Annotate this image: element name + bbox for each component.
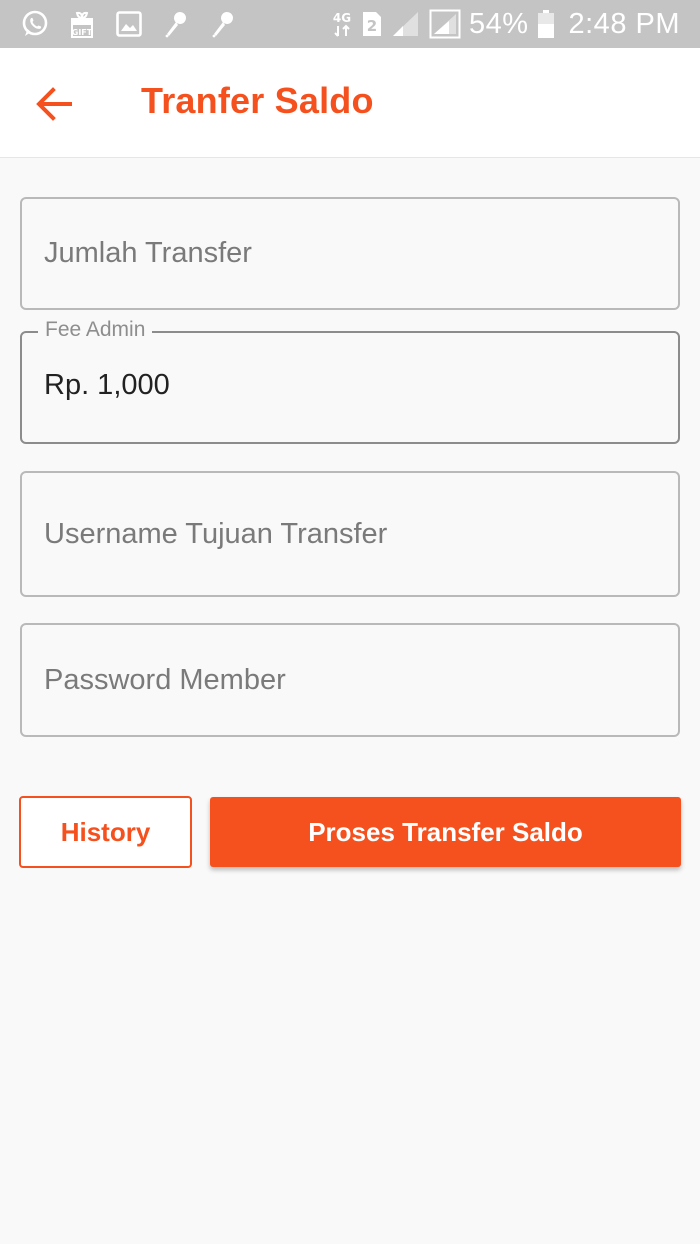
password-input[interactable] (44, 625, 654, 735)
sim-2-icon: 2 (361, 10, 383, 38)
app-bar: Tranfer Saldo (0, 48, 700, 158)
history-button[interactable]: History (19, 796, 192, 868)
network-4g-icon: 4G (331, 9, 353, 39)
fee-admin-value: Rp. 1,000 (44, 369, 170, 401)
image-icon (112, 8, 146, 40)
svg-text:2: 2 (367, 17, 377, 35)
system-status: 4G 2 54% 2:48 PM (323, 8, 680, 41)
username-field (20, 471, 680, 597)
username-input[interactable] (44, 473, 654, 595)
password-field (20, 623, 680, 737)
battery-percentage: 54% (468, 7, 529, 40)
svg-text:4G: 4G (333, 11, 351, 25)
back-button[interactable] (28, 78, 80, 130)
clock: 2:48 PM (568, 7, 680, 40)
amount-input[interactable] (44, 199, 654, 308)
signal-weak-icon (391, 10, 421, 38)
svg-text:GIFT: GIFT (72, 28, 93, 37)
page-title: Tranfer Saldo (141, 80, 374, 121)
microphone-icon (159, 8, 193, 40)
status-bar: GIFT 4G 2 54% 2:48 PM (0, 0, 700, 48)
notification-icons: GIFT (18, 8, 253, 40)
gift-icon: GIFT (65, 8, 99, 40)
submit-transfer-button[interactable]: Proses Transfer Saldo (210, 797, 681, 867)
signal-icon (429, 9, 461, 39)
microphone-icon (206, 8, 240, 40)
fee-admin-field: Fee Admin Rp. 1,000 (20, 318, 680, 444)
fee-admin-label: Fee Admin (38, 318, 153, 342)
whatsapp-icon (18, 8, 52, 40)
battery-icon (537, 9, 555, 39)
amount-field (20, 197, 680, 310)
arrow-left-icon (36, 87, 72, 121)
